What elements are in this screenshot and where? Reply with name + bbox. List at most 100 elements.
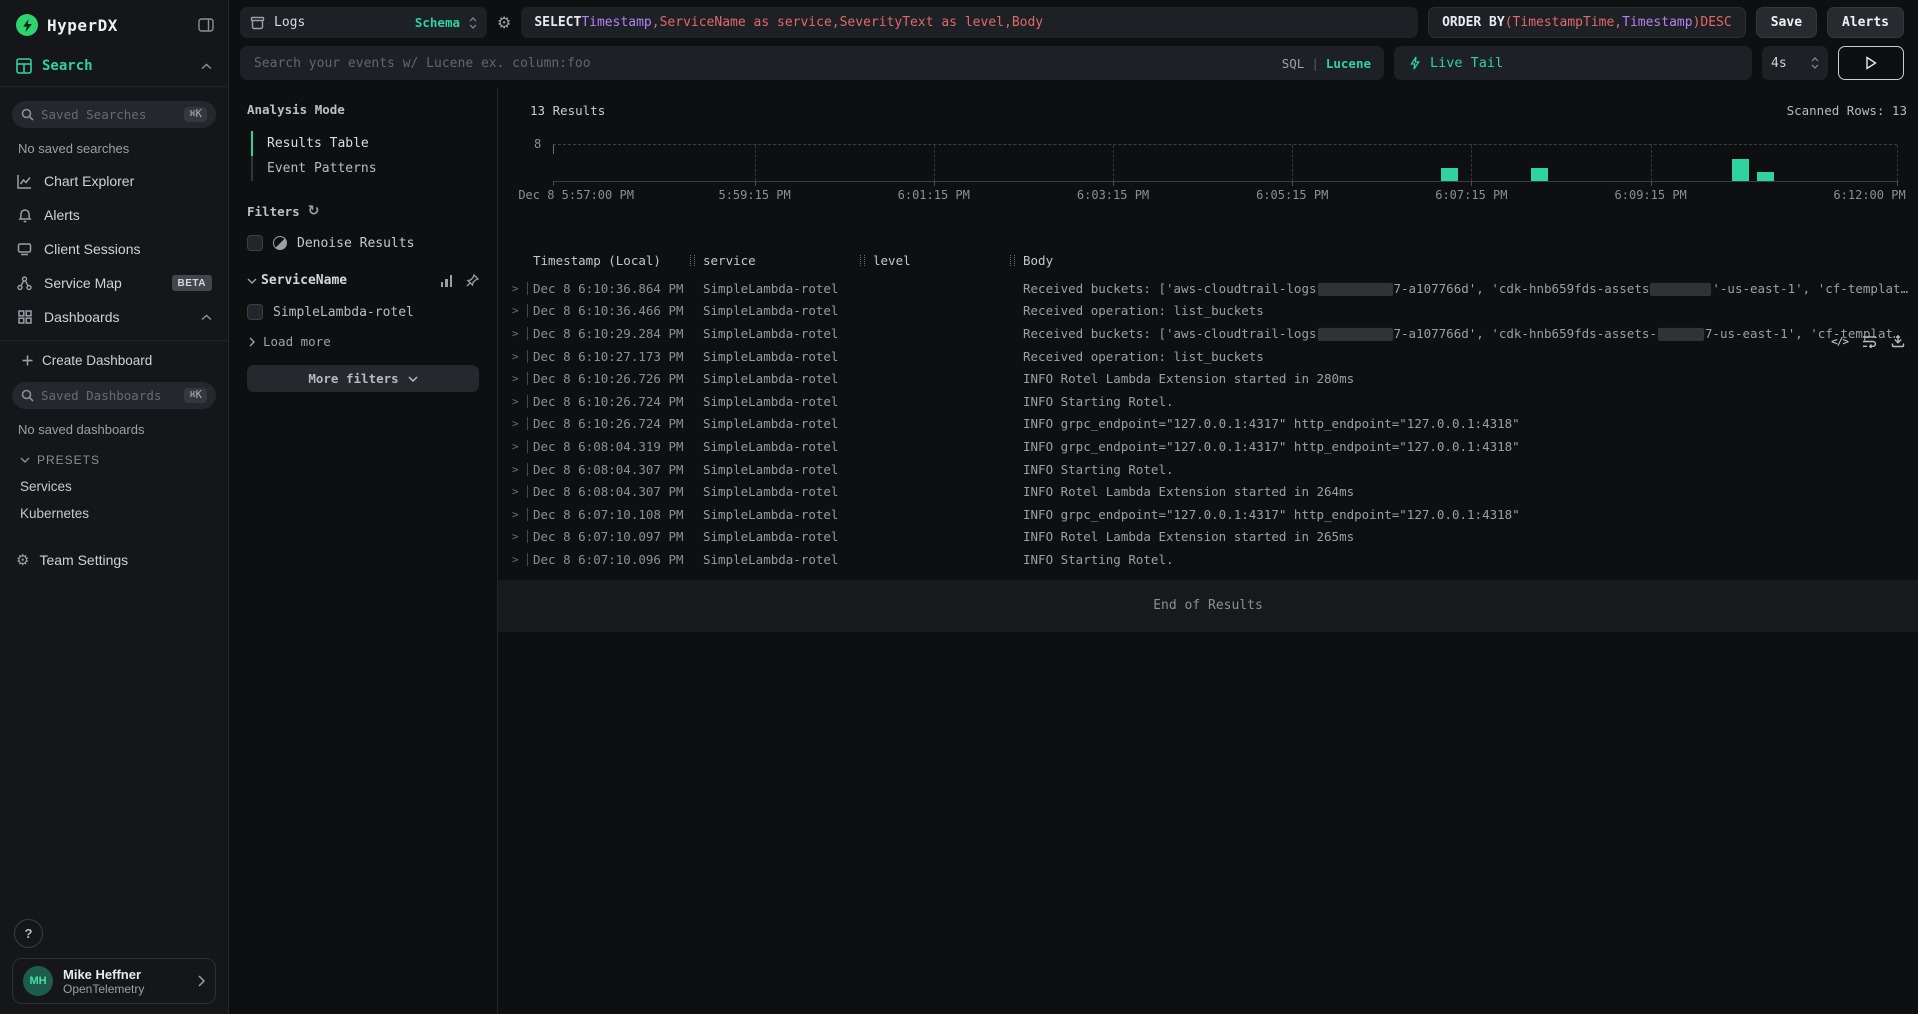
mode-results-table[interactable]: Results Table <box>251 131 479 156</box>
row-service: SimpleLambda-rotel <box>690 529 860 544</box>
column-header-timestamp[interactable]: Timestamp (Local) <box>533 253 690 268</box>
orderby-query[interactable]: ORDER BY (TimestampTime, Timestamp) DESC <box>1428 7 1746 38</box>
table-row[interactable]: >Dec 8 6:10:26.724 PMSimpleLambda-rotelI… <box>512 390 1918 413</box>
more-filters-button[interactable]: More filters <box>247 365 479 392</box>
schema-link[interactable]: Schema <box>415 15 460 30</box>
gear-icon[interactable]: ⚙ <box>497 13 511 32</box>
preset-kubernetes[interactable]: Kubernetes <box>20 506 228 521</box>
table-row[interactable]: >Dec 8 6:10:27.173 PMSimpleLambda-rotelR… <box>512 345 1918 368</box>
sidebar-item-service-map[interactable]: Service Map BETA <box>0 266 228 300</box>
chart-tick <box>1897 181 1898 186</box>
facet-value-checkbox[interactable] <box>247 304 263 320</box>
table-row[interactable]: >Dec 8 6:08:04.319 PMSimpleLambda-rotelI… <box>512 435 1918 458</box>
chart-bar[interactable] <box>1441 168 1458 182</box>
sidebar-item-label: Search <box>42 58 93 74</box>
column-header-level[interactable]: level <box>860 253 1010 268</box>
table-row[interactable]: >Dec 8 6:10:36.466 PMSimpleLambda-rotelR… <box>512 300 1918 323</box>
saved-searches-input[interactable] <box>41 107 177 122</box>
save-button[interactable]: Save <box>1756 7 1817 38</box>
sidebar-item-client-sessions[interactable]: Client Sessions <box>0 232 228 266</box>
help-button[interactable]: ? <box>14 919 43 948</box>
user-card[interactable]: MH Mike Heffner OpenTelemetry <box>12 958 216 1004</box>
sidebar-item-team-settings[interactable]: ⚙ Team Settings <box>16 551 228 569</box>
sidebar-item-label: Client Sessions <box>44 241 212 257</box>
row-expand-icon[interactable]: > <box>512 350 527 363</box>
row-expand-icon[interactable]: > <box>512 372 527 385</box>
column-grip-icon[interactable] <box>860 255 865 266</box>
row-expand-icon[interactable]: > <box>512 327 527 340</box>
table-row[interactable]: >Dec 8 6:07:10.097 PMSimpleLambda-rotelI… <box>512 526 1918 549</box>
refresh-icon[interactable]: ↻ <box>308 203 320 219</box>
event-search-box[interactable]: SQL | Lucene <box>240 46 1384 80</box>
column-header-service[interactable]: service <box>690 253 860 268</box>
severity-bar <box>527 327 528 340</box>
live-tail-button[interactable]: Live Tail <box>1394 46 1752 80</box>
facet-value-row[interactable]: SimpleLambda-rotel <box>247 304 479 320</box>
row-expand-icon[interactable]: > <box>512 463 527 476</box>
chart-bar[interactable] <box>1531 168 1548 182</box>
row-body: Received operation: list_buckets <box>1010 349 1918 364</box>
severity-bar <box>527 440 528 453</box>
search-input[interactable] <box>240 56 1384 71</box>
sidebar-item-dashboards[interactable]: Dashboards <box>0 300 228 334</box>
sidebar-collapse-icon[interactable] <box>198 18 214 32</box>
saved-dashboards-search[interactable]: ⌘K <box>12 382 216 409</box>
interval-stepper-icon[interactable] <box>1811 57 1819 69</box>
chart-bar[interactable] <box>1757 172 1774 181</box>
analysis-mode-heading: Analysis Mode <box>247 102 479 117</box>
sidebar-item-search[interactable]: Search <box>16 58 212 74</box>
row-expand-icon[interactable]: > <box>512 553 527 566</box>
table-row[interactable]: >Dec 8 6:10:36.864 PMSimpleLambda-rotelR… <box>512 277 1918 300</box>
chevron-down-icon[interactable] <box>247 278 257 284</box>
row-expand-icon[interactable]: > <box>512 395 527 408</box>
row-expand-icon[interactable]: > <box>512 530 527 543</box>
create-dashboard-button[interactable]: Create Dashboard <box>22 353 228 368</box>
download-icon[interactable] <box>1891 334 1905 348</box>
column-grip-icon[interactable] <box>690 255 695 266</box>
chevron-up-icon[interactable] <box>201 314 212 321</box>
load-more[interactable]: Load more <box>249 334 479 349</box>
column-grip-icon[interactable] <box>1010 255 1015 266</box>
lucene-toggle[interactable]: Lucene <box>1326 56 1371 71</box>
row-expand-icon[interactable]: > <box>512 417 527 430</box>
sidebar-item-chart-explorer[interactable]: Chart Explorer <box>0 164 228 198</box>
source-select[interactable]: Logs Schema <box>240 7 487 38</box>
table-row[interactable]: >Dec 8 6:08:04.307 PMSimpleLambda-rotelI… <box>512 480 1918 503</box>
table-row[interactable]: >Dec 8 6:08:04.307 PMSimpleLambda-rotelI… <box>512 458 1918 481</box>
row-expand-icon[interactable]: > <box>512 485 527 498</box>
sql-toggle[interactable]: SQL <box>1282 56 1305 71</box>
facet-name[interactable]: ServiceName <box>261 273 437 288</box>
bar-chart-icon[interactable] <box>441 275 453 287</box>
denoise-checkbox[interactable] <box>247 235 263 251</box>
table-row[interactable]: >Dec 8 6:10:26.726 PMSimpleLambda-rotelI… <box>512 367 1918 390</box>
table-row[interactable]: >Dec 8 6:07:10.096 PMSimpleLambda-rotelI… <box>512 548 1918 571</box>
sidebar-item-alerts[interactable]: Alerts <box>0 198 228 232</box>
row-expand-icon[interactable]: > <box>512 282 527 295</box>
table-row[interactable]: >Dec 8 6:10:26.724 PMSimpleLambda-rotelI… <box>512 413 1918 436</box>
column-header-body[interactable]: Body <box>1010 253 1918 268</box>
presets-toggle[interactable]: PRESETS <box>20 453 228 467</box>
chevron-up-icon[interactable] <box>201 63 212 70</box>
row-expand-icon[interactable]: > <box>512 304 527 317</box>
alerts-button[interactable]: Alerts <box>1827 7 1904 38</box>
row-timestamp: Dec 8 6:08:04.319 PM <box>533 439 690 454</box>
table-row[interactable]: >Dec 8 6:07:10.108 PMSimpleLambda-rotelI… <box>512 503 1918 526</box>
saved-dashboards-input[interactable] <box>41 388 177 403</box>
pin-icon[interactable] <box>466 274 479 287</box>
select-query-editor[interactable]: SELECT Timestamp, ServiceName as service… <box>521 7 1418 38</box>
run-query-button[interactable] <box>1838 46 1904 80</box>
row-expand-icon[interactable]: > <box>512 508 527 521</box>
row-expand-icon[interactable]: > <box>512 440 527 453</box>
mode-event-patterns[interactable]: Event Patterns <box>251 156 479 181</box>
chart-bar[interactable] <box>1732 159 1749 182</box>
refresh-interval-select[interactable]: 4s <box>1762 46 1828 80</box>
code-icon[interactable]: </> <box>1831 335 1848 348</box>
results-rows: >Dec 8 6:10:36.864 PMSimpleLambda-rotelR… <box>498 277 1918 571</box>
preset-services[interactable]: Services <box>20 479 228 494</box>
table-row[interactable]: >Dec 8 6:10:29.284 PMSimpleLambda-rotelR… <box>512 322 1918 345</box>
row-body-text: 7-a107766d', 'cdk-hnb659fds-assets- <box>1394 326 1657 341</box>
saved-searches-search[interactable]: ⌘K <box>12 101 216 128</box>
divider <box>0 86 228 87</box>
denoise-results-row[interactable]: Denoise Results <box>247 235 479 251</box>
wrap-lines-icon[interactable] <box>1862 335 1877 348</box>
